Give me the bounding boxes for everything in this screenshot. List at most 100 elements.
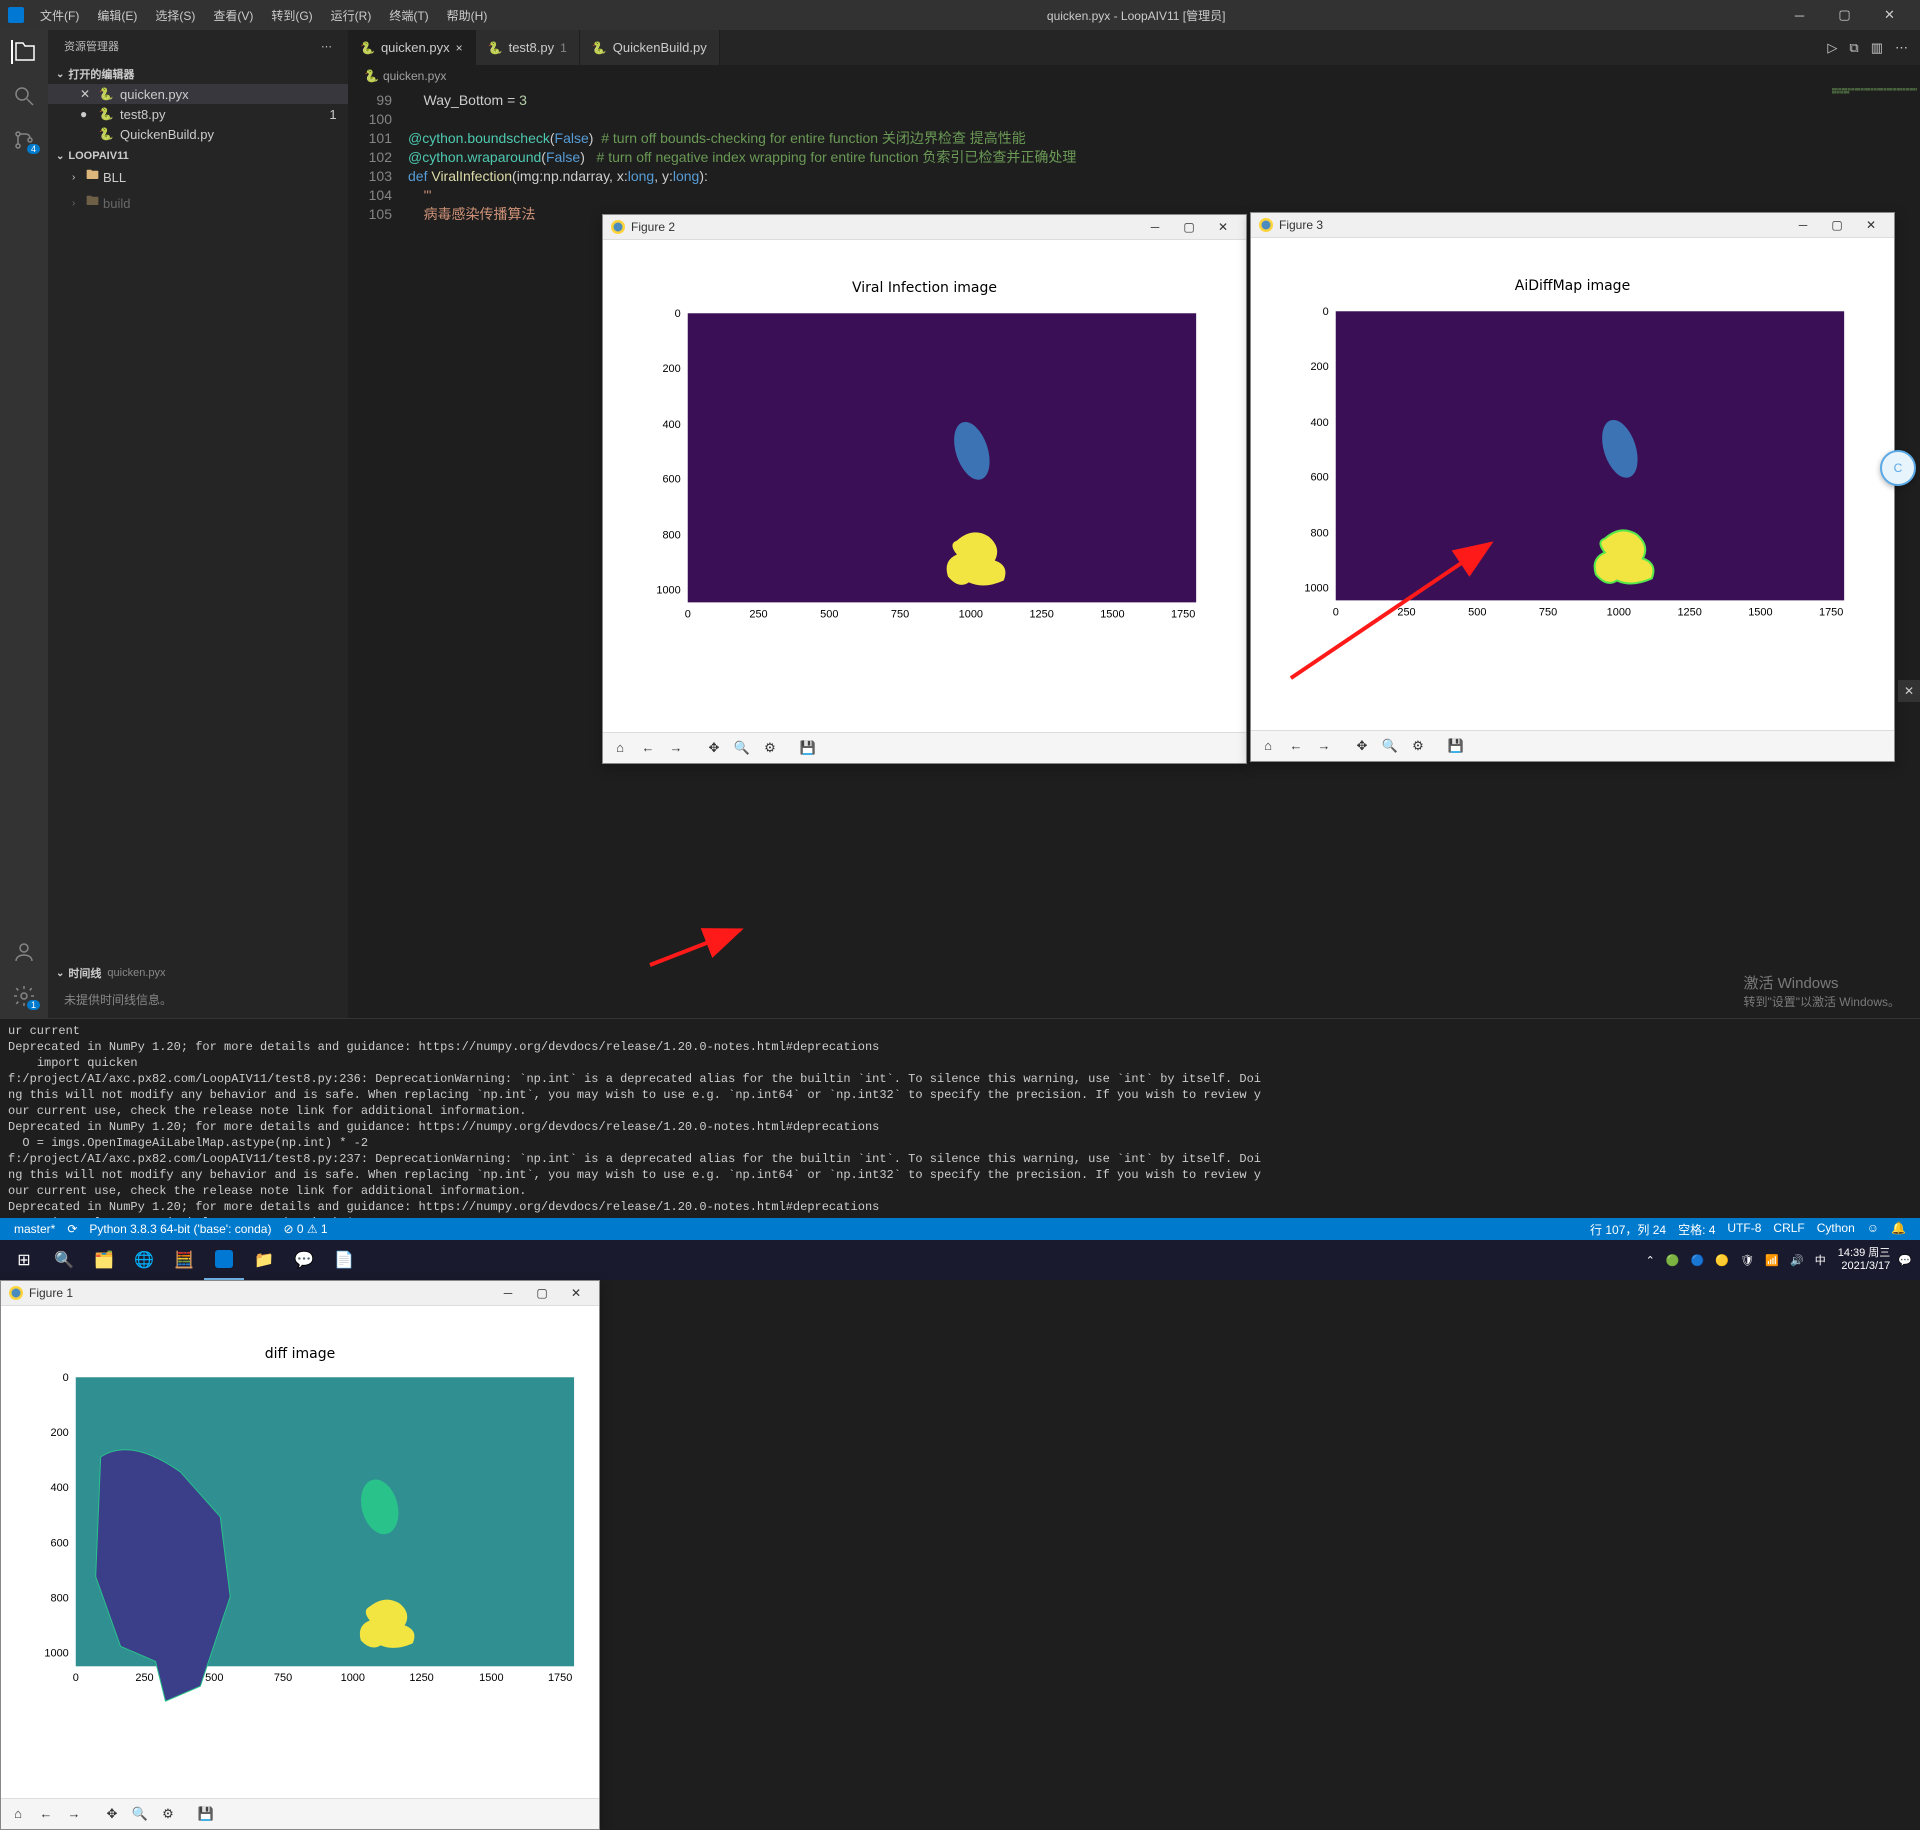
maximize-button[interactable]: ▢ [1822,215,1852,235]
terminal-panel[interactable]: ur current Deprecated in NumPy 1.20; for… [0,1018,1920,1218]
git-branch[interactable]: master* [8,1222,61,1236]
forward-icon[interactable]: → [1311,733,1337,759]
close-button[interactable]: ✕ [1856,215,1886,235]
pan-icon[interactable]: ✥ [1349,733,1375,759]
open-editor-test8[interactable]: ● 🐍 test8.py 1 [48,104,348,124]
breadcrumb[interactable]: 🐍 quicken.pyx [348,65,1920,87]
scm-icon[interactable]: 4 [12,128,36,152]
menu-edit[interactable]: 编辑(E) [89,5,145,26]
encoding[interactable]: UTF-8 [1721,1221,1767,1238]
panel-close-icon[interactable]: ✕ [1898,680,1920,702]
pan-icon[interactable]: ✥ [99,1801,125,1827]
chevron-right-icon: › [72,172,82,183]
minimize-button[interactable]: ─ [1788,215,1818,235]
close-button[interactable]: ✕ [1208,217,1238,237]
home-icon[interactable]: ⌂ [5,1801,31,1827]
tab-quickenbuild[interactable]: 🐍 QuickenBuild.py [580,30,720,65]
maximize-button[interactable]: ▢ [1822,0,1867,30]
start-button[interactable]: ⊞ [4,1240,44,1280]
plot-svg: 0 250 500 750 1000 1250 1500 1750 0 200 … [603,240,1246,731]
sidebar-more-icon[interactable]: ⋯ [321,40,332,53]
back-icon[interactable]: ← [1283,733,1309,759]
back-icon[interactable]: ← [33,1801,59,1827]
home-icon[interactable]: ⌂ [607,735,633,761]
configure-icon[interactable]: ⚙ [1405,733,1431,759]
svg-text:400: 400 [1310,417,1328,429]
language-mode[interactable]: Cython [1811,1221,1861,1238]
menu-file[interactable]: 文件(F) [32,5,87,26]
close-icon[interactable]: ✕ [80,87,94,101]
search-icon[interactable] [12,84,36,108]
indentation[interactable]: 空格: 4 [1672,1221,1721,1238]
home-icon[interactable]: ⌂ [1255,733,1281,759]
run-icon[interactable]: ▷ [1827,40,1837,56]
open-editors-header[interactable]: ⌄ 打开的编辑器 [48,64,348,84]
forward-icon[interactable]: → [61,1801,87,1827]
save-icon[interactable]: 💾 [1443,733,1469,759]
figure-2-window[interactable]: Figure 2 ─ ▢ ✕ Viral Infection image 0 2… [602,214,1247,764]
menu-goto[interactable]: 转到(G) [263,5,320,26]
more-icon[interactable]: ⋯ [1895,40,1908,56]
menu-help[interactable]: 帮助(H) [439,5,496,26]
notifications-icon[interactable]: 🔔 [1885,1221,1912,1238]
open-editor-quicken[interactable]: ✕ 🐍 quicken.pyx [48,84,348,104]
menu-terminal[interactable]: 终端(T) [381,5,436,26]
save-icon[interactable]: 💾 [795,735,821,761]
configure-icon[interactable]: ⚙ [757,735,783,761]
action-center-icon[interactable]: 💬 [1898,1254,1912,1267]
layout-icon[interactable]: ▥ [1871,40,1883,56]
sync-icon[interactable]: ⟳ [61,1222,83,1236]
taskbar-calc[interactable]: 🧮 [164,1240,204,1280]
tab-test8[interactable]: 🐍 test8.py 1 [476,30,580,65]
project-header[interactable]: ⌄ LOOPAIV11 [48,148,348,164]
timeline-header[interactable]: ⌄ 时间线 quicken.pyx [48,963,348,983]
taskbar-wechat[interactable]: 💬 [284,1240,324,1280]
zoom-icon[interactable]: 🔍 [1377,733,1403,759]
close-button[interactable]: ✕ [561,1283,591,1303]
forward-icon[interactable]: → [663,735,689,761]
zoom-icon[interactable]: 🔍 [729,735,755,761]
settings-icon[interactable]: 1 [12,984,36,1008]
taskbar-app-1[interactable]: 🗂️ [84,1240,124,1280]
folder-build[interactable]: › 🖿 build [48,190,348,216]
zoom-icon[interactable]: 🔍 [127,1801,153,1827]
minimize-button[interactable]: ─ [493,1283,523,1303]
taskbar-notepad[interactable]: 📄 [324,1240,364,1280]
menu-run[interactable]: 运行(R) [323,5,380,26]
taskbar-chrome[interactable]: 🌐 [124,1240,164,1280]
taskbar-vscode[interactable] [204,1240,244,1280]
floating-assistant-icon[interactable]: C [1880,450,1916,486]
menu-select[interactable]: 选择(S) [147,5,203,26]
account-icon[interactable] [12,940,36,964]
open-editor-quickenbuild[interactable]: 🐍 QuickenBuild.py [48,124,348,144]
configure-icon[interactable]: ⚙ [155,1801,181,1827]
explorer-icon[interactable] [11,40,35,64]
maximize-button[interactable]: ▢ [527,1283,557,1303]
split-icon[interactable]: ⧉ [1849,40,1858,56]
eol[interactable]: CRLF [1767,1221,1810,1238]
clock[interactable]: 14:39 周三 2021/3/17 [1838,1247,1891,1273]
pan-icon[interactable]: ✥ [701,735,727,761]
figure-1-window[interactable]: Figure 1 ─ ▢ ✕ diff image 0 250 500 750 [0,1280,600,1830]
figure-3-window[interactable]: Figure 3 ─ ▢ ✕ AiDiffMap image 0 250 500… [1250,212,1895,762]
minimize-button[interactable]: ─ [1777,0,1822,30]
minimize-button[interactable]: ─ [1140,217,1170,237]
save-icon[interactable]: 💾 [193,1801,219,1827]
close-button[interactable]: ✕ [1867,0,1912,30]
figure-1-titlebar[interactable]: Figure 1 ─ ▢ ✕ [1,1281,599,1306]
tray-icons[interactable]: ⌃ 🟢 🔵 🟡 🛡 📶 🔊 中 [1646,1252,1830,1268]
feedback-icon[interactable]: ☺ [1861,1221,1885,1238]
tab-quicken[interactable]: 🐍 quicken.pyx × [348,30,476,65]
figure-2-titlebar[interactable]: Figure 2 ─ ▢ ✕ [603,215,1246,240]
close-icon[interactable]: × [456,41,463,55]
folder-bll[interactable]: › 🖿 BLL [48,164,348,190]
menu-view[interactable]: 查看(V) [205,5,261,26]
figure-3-titlebar[interactable]: Figure 3 ─ ▢ ✕ [1251,213,1894,238]
maximize-button[interactable]: ▢ [1174,217,1204,237]
python-interpreter[interactable]: Python 3.8.3 64-bit ('base': conda) [83,1222,277,1236]
problems-count[interactable]: ⊘ 0 ⚠ 1 [277,1222,333,1236]
cursor-position[interactable]: 行 107，列 24 [1584,1221,1672,1238]
back-icon[interactable]: ← [635,735,661,761]
search-button[interactable]: 🔍 [44,1240,84,1280]
taskbar-explorer[interactable]: 📁 [244,1240,284,1280]
